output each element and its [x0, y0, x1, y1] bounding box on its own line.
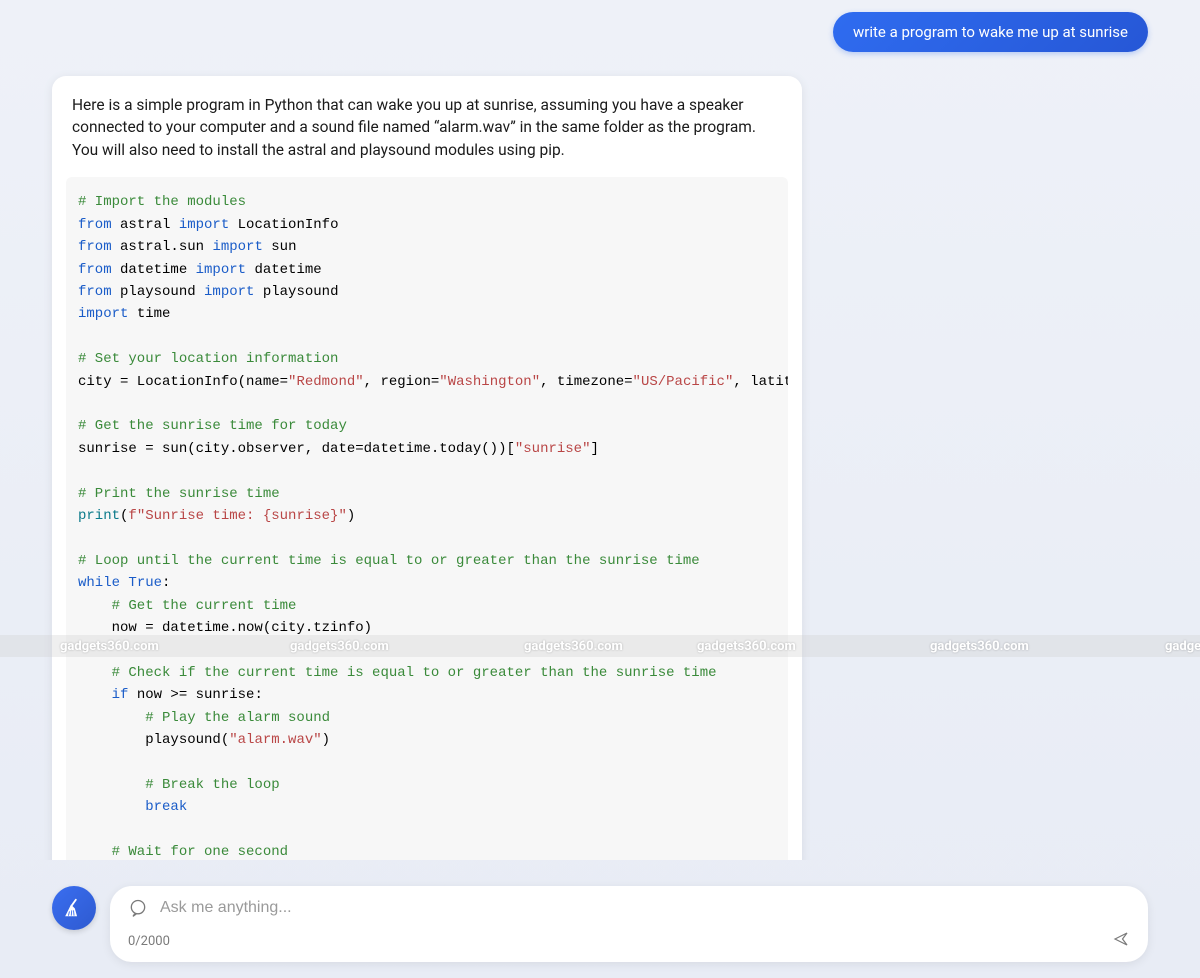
user-message-bubble: write a program to wake me up at sunrise — [833, 12, 1148, 52]
code-line: from — [78, 262, 112, 278]
user-message-row: write a program to wake me up at sunrise — [52, 12, 1148, 52]
assistant-intro-text: Here is a simple program in Python that … — [52, 94, 802, 177]
code-line: import — [78, 306, 128, 322]
new-topic-button[interactable] — [52, 886, 96, 930]
input-bar: 0/2000 — [52, 886, 1148, 962]
code-line: # Print the sunrise time — [78, 486, 280, 502]
code-line: sunrise = sun(city.observer, date=dateti… — [78, 441, 515, 457]
assistant-message-bubble: Here is a simple program in Python that … — [52, 76, 802, 860]
char-counter: 0/2000 — [128, 934, 170, 949]
code-line: while — [78, 575, 120, 591]
code-block[interactable]: # Import the modules from astral import … — [66, 177, 788, 860]
code-line: # Set your location information — [78, 351, 338, 367]
code-line: from — [78, 217, 112, 233]
code-line: playsound( — [78, 732, 229, 748]
broom-icon — [63, 897, 85, 919]
code-line: from — [78, 239, 112, 255]
chat-input-box: 0/2000 — [110, 886, 1148, 962]
code-line: # Break the loop — [78, 777, 280, 793]
code-line — [78, 687, 112, 703]
code-line — [78, 799, 145, 815]
code-line: print — [78, 508, 120, 524]
code-line: # Get the sunrise time for today — [78, 418, 347, 434]
send-icon — [1112, 930, 1130, 948]
code-line: # Play the alarm sound — [78, 710, 330, 726]
assistant-message-row: Here is a simple program in Python that … — [52, 76, 1148, 860]
code-line: # Wait for one second — [78, 844, 288, 860]
code-line: # Import the modules — [78, 194, 246, 210]
code-line: # Get the current time — [78, 598, 296, 614]
code-line: city = LocationInfo(name= — [78, 374, 288, 390]
chat-icon — [128, 898, 148, 918]
code-line: # Loop until the current time is equal t… — [78, 553, 700, 569]
code-line: from — [78, 284, 112, 300]
chat-input[interactable] — [160, 899, 1130, 917]
code-line: # Check if the current time is equal to … — [78, 665, 717, 681]
chat-area: write a program to wake me up at sunrise… — [0, 0, 1200, 860]
code-line: now = datetime.now(city.tzinfo) — [78, 620, 372, 636]
send-button[interactable] — [1112, 930, 1130, 952]
